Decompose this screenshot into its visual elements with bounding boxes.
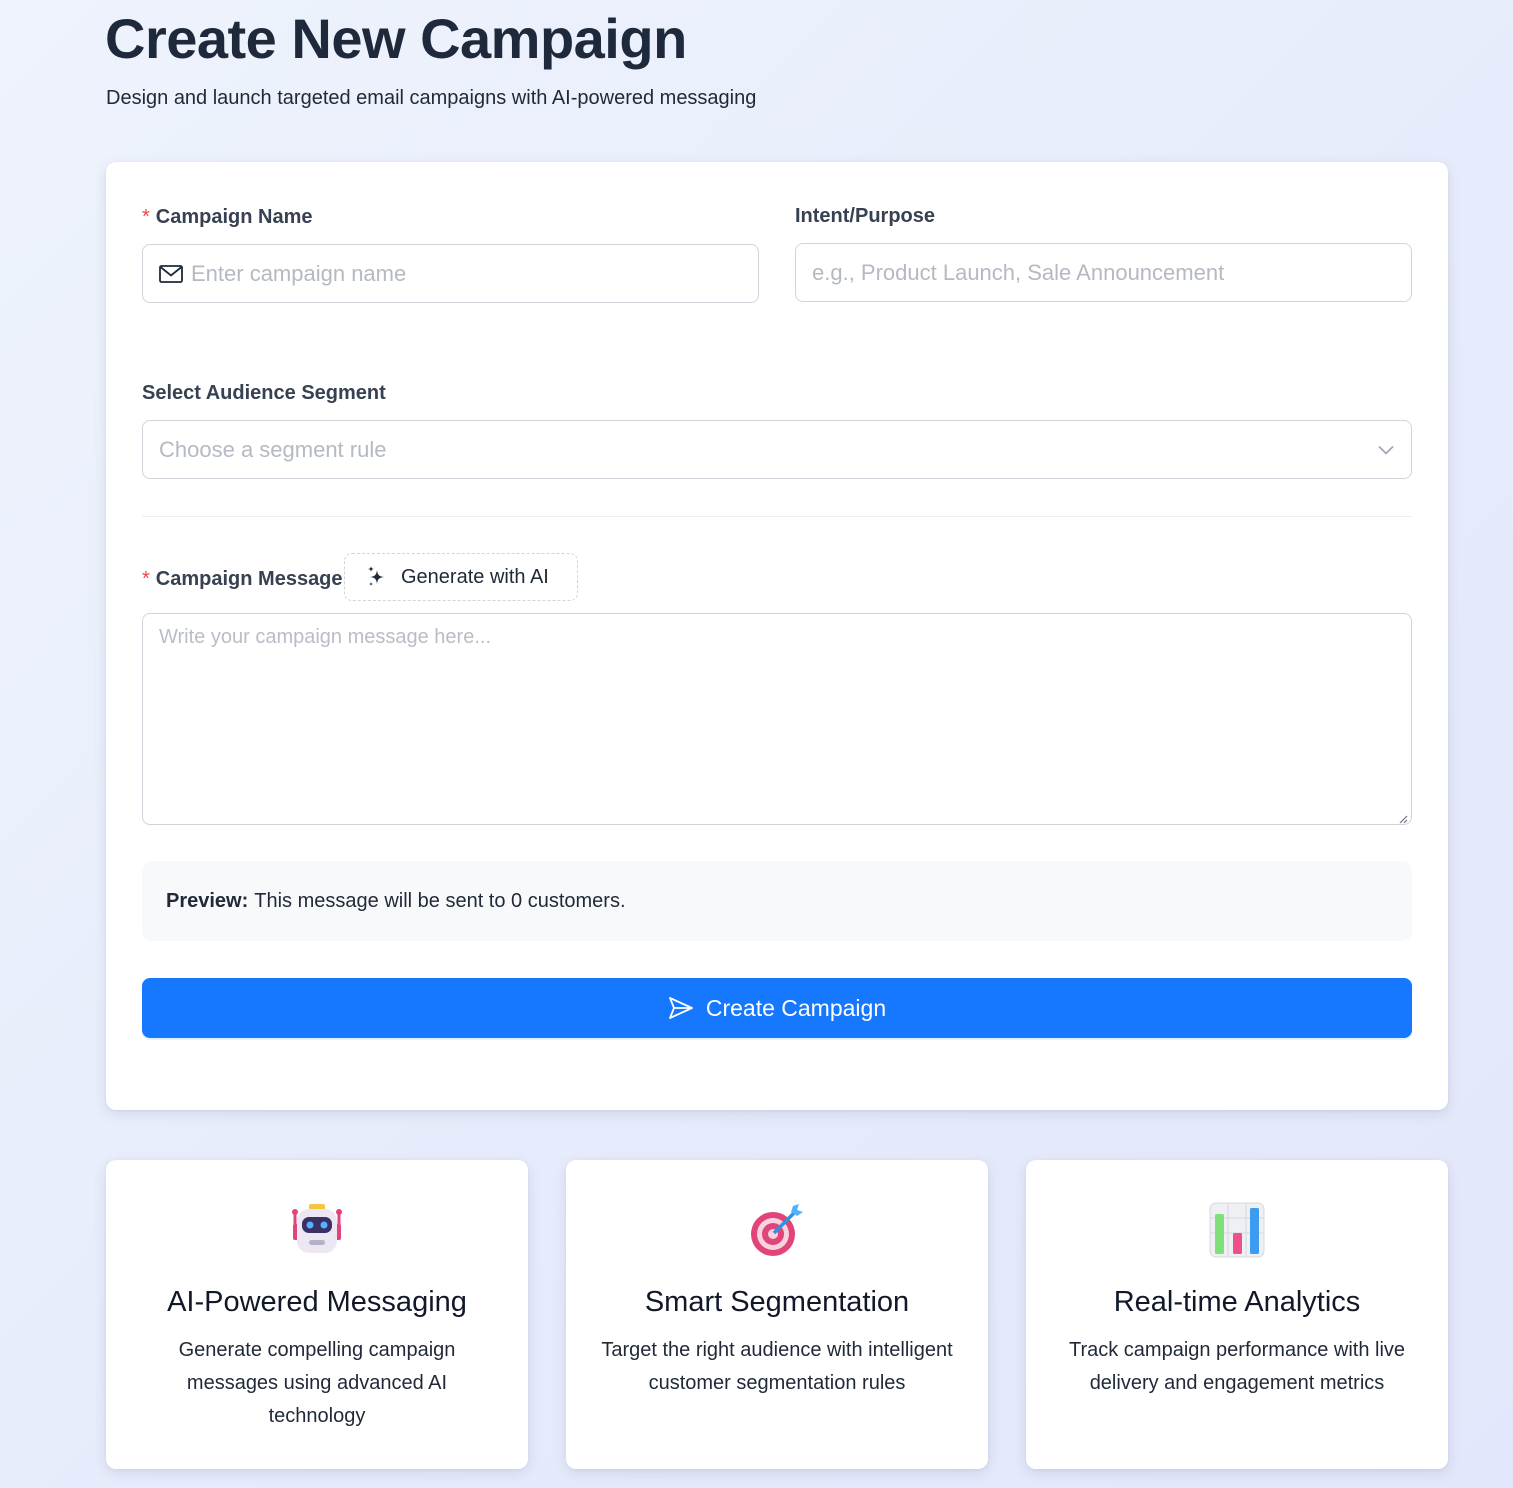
segment-label: Select Audience Segment bbox=[142, 382, 386, 404]
chevron-down-icon bbox=[1377, 441, 1395, 459]
required-mark: * bbox=[142, 206, 150, 228]
campaign-name-input[interactable] bbox=[191, 260, 742, 287]
preview-text: This message will be sent to 0 customers… bbox=[254, 889, 626, 912]
send-icon bbox=[668, 995, 694, 1021]
feature-title: Real-time Analytics bbox=[1113, 1286, 1361, 1318]
resize-handle-icon[interactable] bbox=[1398, 811, 1408, 824]
robot-icon bbox=[106, 1200, 528, 1260]
required-mark: * bbox=[142, 568, 150, 590]
target-icon bbox=[566, 1200, 988, 1260]
feature-title: AI-Powered Messaging bbox=[167, 1286, 467, 1318]
campaign-message-field[interactable] bbox=[142, 613, 1412, 825]
segment-select-value: Choose a segment rule bbox=[159, 436, 387, 462]
preview-label: Preview: bbox=[166, 889, 249, 912]
intent-input[interactable] bbox=[812, 259, 1395, 286]
create-campaign-button[interactable]: Create Campaign bbox=[142, 978, 1412, 1038]
page-subtitle: Design and launch targeted email campaig… bbox=[106, 87, 757, 109]
campaign-message-label: * Campaign Message bbox=[142, 568, 343, 590]
campaign-form-card: *Campaign Name Intent/Purpose Select Aud… bbox=[106, 162, 1448, 1110]
feature-description: Target the right audience with intellige… bbox=[601, 1339, 953, 1394]
feature-card-smart-segmentation: Smart Segmentation Target the right audi… bbox=[566, 1160, 988, 1469]
feature-description: Generate compelling campaign messages us… bbox=[178, 1339, 456, 1427]
preview-box: Preview: This message will be sent to 0 … bbox=[142, 861, 1412, 941]
feature-card-ai-messaging: AI-Powered Messaging Generate compelling… bbox=[106, 1160, 528, 1469]
feature-card-realtime-analytics: Real-time Analytics Track campaign perfo… bbox=[1026, 1160, 1448, 1469]
campaign-message-textarea[interactable] bbox=[159, 626, 1395, 812]
generate-with-ai-label: Generate with AI bbox=[401, 565, 549, 588]
segment-select[interactable]: Choose a segment rule bbox=[142, 420, 1412, 479]
intent-field[interactable] bbox=[795, 243, 1412, 302]
divider bbox=[142, 516, 1412, 517]
campaign-name-label: * Campaign Name bbox=[142, 206, 313, 228]
campaign-name-field[interactable] bbox=[142, 244, 759, 303]
feature-title: Smart Segmentation bbox=[644, 1286, 910, 1318]
feature-description: Track campaign performance with live del… bbox=[1068, 1339, 1406, 1394]
page-title: Create New Campaign bbox=[105, 7, 687, 70]
create-campaign-label: Create Campaign bbox=[705, 994, 887, 1021]
bar-chart-icon bbox=[1026, 1200, 1448, 1260]
intent-label: Intent/Purpose bbox=[795, 205, 936, 227]
sparkle-icon bbox=[367, 566, 387, 588]
mail-icon bbox=[159, 264, 185, 284]
generate-with-ai-button[interactable]: Generate with AI bbox=[344, 553, 578, 601]
